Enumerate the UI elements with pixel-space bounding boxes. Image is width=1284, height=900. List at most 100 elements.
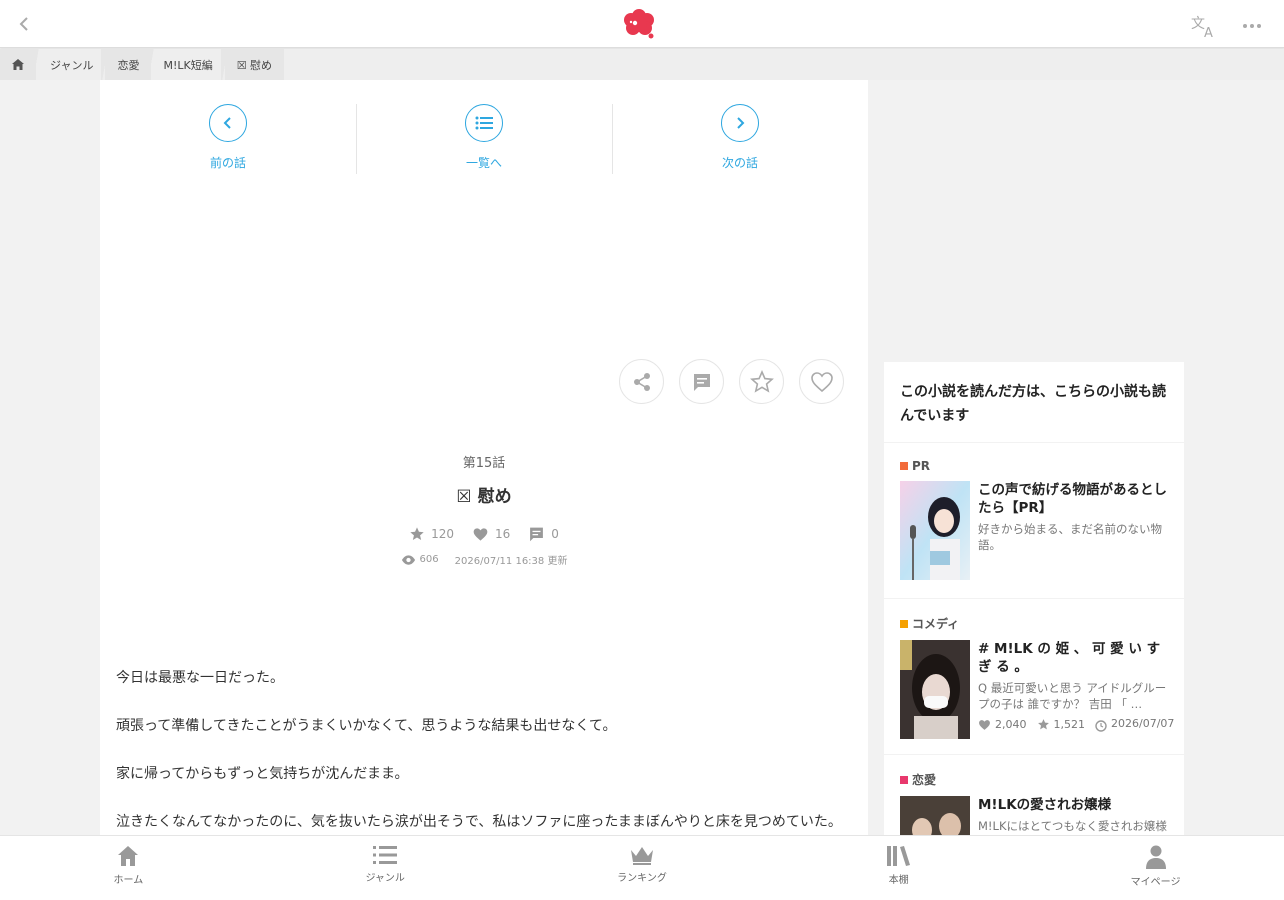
episode-number: 第15話	[462, 456, 506, 471]
card-stars-value: 1,521	[1053, 718, 1086, 731]
like-count-value: 16	[494, 527, 511, 541]
top-bar: 文 A	[0, 0, 1284, 48]
bottom-nav: ホーム ジャンル ランキング 本棚 マイページ	[0, 835, 1284, 900]
heart-icon	[473, 527, 488, 541]
card-description: M!LKにはとてつもなく愛されお嬢様がいる	[978, 819, 1167, 833]
share-button[interactable]	[619, 359, 664, 404]
list-icon	[465, 104, 503, 142]
star-icon	[1037, 719, 1049, 730]
home-icon	[118, 846, 139, 866]
updated-date: 2026/07/11 16:38 更新	[454, 556, 568, 567]
recommendation-card[interactable]: PR この声で紡げる物語があるとしたら【PR】 好きから始まる、まだ名前のない物…	[884, 443, 1184, 598]
comment-count-value: 0	[551, 527, 559, 541]
recommendation-card[interactable]: コメディ # M!LK の 姫 、 可 愛 い す ぎ る 。 Q 最近可愛いと…	[884, 599, 1184, 754]
breadcrumb: ジャンル 恋愛 M!LK短編 ☒ 慰め	[0, 49, 1284, 80]
translate-icon[interactable]: 文 A	[1191, 14, 1217, 41]
view-count: 606	[401, 552, 439, 567]
episode-title: ☒ 慰め	[456, 487, 512, 507]
nav-bookshelf[interactable]: 本棚	[770, 836, 1027, 900]
recommendation-sidebar: この小説を読んだ方は、こちらの小説も読んでいます PR この声で紡げる物語がある…	[884, 362, 1184, 835]
heart-icon	[979, 719, 990, 730]
svg-text:文: 文	[1191, 16, 1205, 32]
card-likes-value: 2,040	[995, 718, 1027, 731]
nav-bookshelf-label: 本棚	[888, 875, 909, 886]
card-thumbnail	[900, 481, 970, 580]
crown-icon	[630, 847, 653, 865]
chevron-right-icon	[721, 104, 759, 142]
card-title: この声で紡げる物語があるとしたら【PR】	[978, 482, 1167, 516]
card-description: Q 最近可愛いと思う アイドルグループの子は 誰ですか？ 吉田 「 …	[978, 681, 1167, 711]
card-stats: 2,040 1,521 2026/07/07	[978, 717, 1175, 732]
card-likes: 2,040	[978, 718, 1027, 731]
breadcrumb-genre[interactable]: ジャンル	[31, 49, 105, 80]
chevron-left-icon[interactable]	[12, 12, 36, 36]
breadcrumb-romance[interactable]: 恋愛	[101, 49, 152, 80]
prev-episode-label: 前の話	[209, 156, 246, 170]
card-title: # M!LK の 姫 、 可 愛 い す ぎ る 。	[978, 641, 1161, 675]
star-button[interactable]	[739, 359, 784, 404]
episode-list-button[interactable]: 一覧へ	[356, 104, 612, 176]
breadcrumb-episode: ☒ 慰め	[220, 49, 285, 80]
recommendation-heading: この小説を読んだ方は、こちらの小説も読んでいます	[884, 362, 1184, 442]
star-count: 120	[409, 526, 454, 542]
card-tag: コメディ	[900, 615, 1168, 632]
tag-marker	[900, 619, 908, 628]
bookshelf-icon	[886, 846, 910, 866]
episode-meta: 606 2026/07/11 16:38 更新	[100, 552, 868, 567]
card-tag: 恋愛	[900, 771, 1168, 788]
breadcrumb-work[interactable]: M!LK短編	[147, 49, 224, 80]
tag-marker	[900, 462, 908, 470]
next-episode-label: 次の話	[721, 156, 758, 170]
card-tag-label: 恋愛	[912, 773, 937, 787]
body-paragraph: 今日は最悪な一日だった。	[116, 670, 284, 686]
prev-episode-button[interactable]: 前の話	[100, 104, 356, 176]
star-icon	[410, 527, 424, 540]
nav-mypage-label: マイページ	[1130, 877, 1181, 888]
clock-icon	[1095, 720, 1107, 732]
body-paragraph: 家に帰ってからもずっと気持ちが沈んだまま。	[116, 766, 409, 782]
comment-button[interactable]	[679, 359, 724, 404]
user-icon	[1145, 845, 1166, 869]
card-stars: 1,521	[1037, 718, 1086, 731]
comment-icon	[530, 527, 544, 542]
eye-icon	[401, 554, 415, 565]
comment-icon	[693, 373, 710, 391]
card-thumbnail	[900, 796, 970, 835]
episode-list-label: 一覧へ	[465, 156, 502, 170]
card-tag-label: PR	[912, 459, 931, 473]
card-tag: PR	[900, 459, 1168, 473]
chevron-left-icon	[209, 104, 247, 142]
home-icon[interactable]	[0, 49, 36, 80]
nav-ranking-label: ランキング	[617, 873, 667, 884]
episode-main: 前の話 一覧へ 次の話 第15話 ☒ 慰め 120 16 0 606 2026/…	[100, 80, 868, 835]
comment-count: 0	[528, 526, 559, 542]
nav-ranking[interactable]: ランキング	[514, 836, 771, 900]
episode-nav: 前の話 一覧へ 次の話	[100, 104, 868, 176]
like-count: 16	[472, 526, 510, 542]
body-paragraph: 頑張って準備してきたことがうまくいかなくて、思うような結果も出せなくて。	[116, 718, 617, 734]
card-thumbnail	[900, 640, 970, 739]
card-description: 好きから始まる、まだ名前のない物語。	[978, 522, 1162, 552]
list-icon	[373, 846, 398, 864]
nav-home[interactable]: ホーム	[0, 836, 257, 900]
red-flower-logo[interactable]	[622, 8, 656, 40]
card-date-value: 2026/07/07	[1111, 717, 1175, 730]
episode-stats: 120 16 0	[100, 526, 868, 542]
tag-marker	[900, 775, 908, 784]
nav-mypage[interactable]: マイページ	[1027, 836, 1284, 900]
like-button[interactable]	[799, 359, 844, 404]
view-count-value: 606	[419, 554, 439, 565]
episode-body: 今日は最悪な一日だった。 頑張って準備してきたことがうまくいかなくて、思うような…	[116, 668, 856, 860]
action-buttons	[619, 359, 844, 404]
star-outline-icon	[749, 369, 774, 393]
heart-outline-icon	[810, 371, 833, 392]
nav-home-label: ホーム	[113, 875, 144, 886]
card-date: 2026/07/07	[1095, 717, 1175, 732]
nav-genre-label: ジャンル	[365, 873, 405, 884]
share-icon	[633, 372, 650, 391]
nav-genre[interactable]: ジャンル	[257, 836, 514, 900]
card-tag-label: コメディ	[912, 617, 960, 631]
more-dots-icon[interactable]	[1240, 18, 1264, 32]
recommendation-card[interactable]: 恋愛 M!LKの愛されお嬢様 M!LKにはとてつもなく愛されお嬢様がいる	[884, 755, 1184, 835]
next-episode-button[interactable]: 次の話	[612, 104, 868, 176]
